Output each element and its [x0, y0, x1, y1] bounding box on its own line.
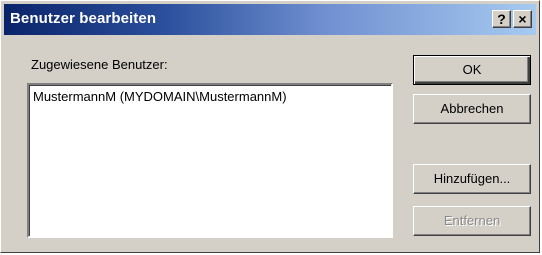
help-button[interactable]: ? [492, 10, 511, 28]
add-user-button[interactable]: Hinzufügen... [413, 164, 531, 194]
title-bar[interactable]: Benutzer bearbeiten ? × [4, 4, 536, 35]
close-button[interactable]: × [513, 10, 532, 28]
edit-users-dialog: Benutzer bearbeiten ? × Zugewiesene Benu… [0, 0, 540, 253]
assigned-users-label: Zugewiesene Benutzer: [31, 57, 168, 72]
assigned-users-list[interactable]: MustermannM (MYDOMAIN\MustermannM) [27, 83, 393, 238]
remove-user-button[interactable]: Entfernen [413, 206, 531, 236]
dialog-title: Benutzer bearbeiten [10, 10, 157, 27]
ok-button[interactable]: OK [413, 55, 531, 85]
list-item[interactable]: MustermannM (MYDOMAIN\MustermannM) [29, 85, 391, 104]
cancel-button[interactable]: Abbrechen [413, 94, 531, 124]
